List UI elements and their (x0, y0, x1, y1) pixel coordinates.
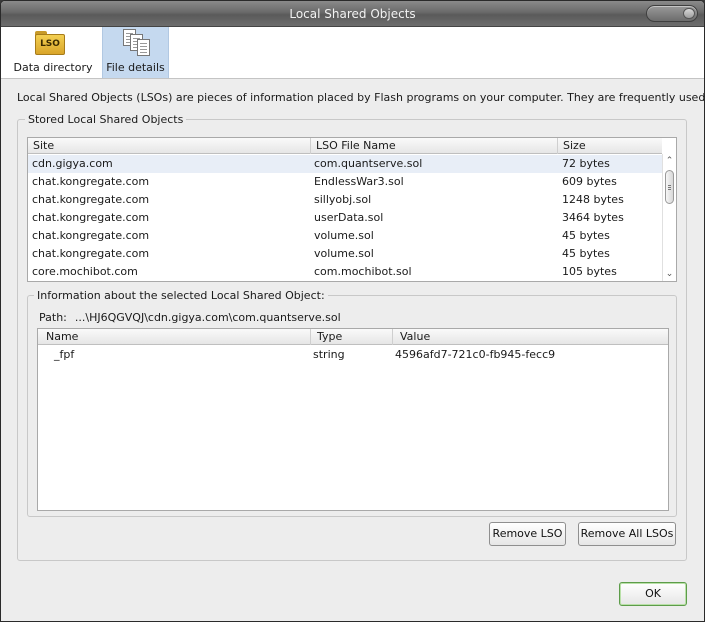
lso-table: Site LSO File Name Size cdn.gigya.com co… (27, 137, 677, 282)
table-row[interactable]: chat.kongregate.com sillyobj.sol 1248 by… (28, 191, 662, 209)
column-header-site[interactable]: Site (28, 138, 311, 154)
cell-size: 3464 bytes (562, 211, 624, 224)
cell-site: chat.kongregate.com (32, 247, 150, 260)
table-row[interactable]: chat.kongregate.com userData.sol 3464 by… (28, 209, 662, 227)
tool-data-directory[interactable]: LSO Data directory (13, 27, 93, 78)
cell-type: string (313, 348, 345, 361)
path-label: Path: (39, 311, 67, 324)
lso-table-scrollbar[interactable]: ⌃ ⌄ (662, 154, 676, 281)
remove-all-lsos-button[interactable]: Remove All LSOs (578, 522, 676, 546)
cell-file: volume.sol (314, 229, 374, 242)
cell-name: _fpf (54, 348, 75, 361)
cell-size: 609 bytes (562, 175, 617, 188)
cell-size: 105 bytes (562, 265, 617, 278)
toggle-knob-icon (683, 8, 695, 19)
scroll-thumb[interactable] (665, 170, 674, 204)
window-toggle-button[interactable] (646, 5, 698, 22)
cell-site: chat.kongregate.com (32, 175, 150, 188)
table-row[interactable]: _fpf string 4596afd7-721c0-fb945-fecc9 (38, 346, 668, 364)
cell-site: chat.kongregate.com (32, 193, 150, 206)
cell-size: 1248 bytes (562, 193, 624, 206)
table-row[interactable]: chat.kongregate.com volume.sol 45 bytes (28, 245, 662, 263)
column-header-type[interactable]: Type (311, 329, 393, 345)
cell-site: chat.kongregate.com (32, 211, 150, 224)
cell-size: 45 bytes (562, 247, 610, 260)
column-header-name[interactable]: Name (38, 329, 311, 345)
window-title: Local Shared Objects (289, 7, 416, 21)
properties-table-header: Name Type Value (38, 329, 668, 345)
cell-file: com.quantserve.sol (314, 157, 423, 170)
table-row[interactable]: chat.kongregate.com volume.sol 45 bytes (28, 227, 662, 245)
cell-site: core.mochibot.com (32, 265, 138, 278)
ok-button[interactable]: OK (619, 582, 687, 606)
stored-lso-group-label: Stored Local Shared Objects (25, 113, 187, 126)
remove-lso-button[interactable]: Remove LSO (489, 522, 566, 546)
tool-label: File details (106, 61, 165, 74)
cell-site: chat.kongregate.com (32, 229, 150, 242)
folder-icon: LSO (35, 31, 65, 55)
toolbar: LSO Data directory File details (1, 27, 704, 79)
cell-site: cdn.gigya.com (32, 157, 113, 170)
tool-label: Data directory (13, 61, 93, 74)
table-row[interactable]: chat.kongregate.com EndlessWar3.sol 609 … (28, 173, 662, 191)
lso-table-header: Site LSO File Name Size (28, 138, 662, 154)
documents-icon (121, 29, 153, 59)
column-header-size[interactable]: Size (558, 138, 662, 154)
table-row[interactable]: cdn.gigya.com com.quantserve.sol 72 byte… (28, 155, 662, 173)
cell-size: 45 bytes (562, 229, 610, 242)
column-header-file-name[interactable]: LSO File Name (311, 138, 558, 154)
path-row: Path: ...\HJ6QGVQJ\cdn.gigya.com\com.quan… (39, 311, 341, 324)
cell-file: userData.sol (314, 211, 384, 224)
properties-table: Name Type Value _fpf string 4596afd7-721… (37, 328, 669, 511)
cell-file: volume.sol (314, 247, 374, 260)
cell-file: EndlessWar3.sol (314, 175, 404, 188)
cell-file: sillyobj.sol (314, 193, 372, 206)
cell-file: com.mochibot.sol (314, 265, 412, 278)
scroll-up-icon[interactable]: ⌃ (663, 155, 676, 168)
cell-size: 72 bytes (562, 157, 610, 170)
title-bar[interactable]: Local Shared Objects (1, 1, 704, 27)
scroll-down-icon[interactable]: ⌄ (663, 268, 676, 281)
path-value: ...\HJ6QGVQJ\cdn.gigya.com\com.quantserv… (74, 311, 341, 324)
lso-dialog: Local Shared Objects LSO Data directory … (0, 0, 705, 622)
tool-file-details[interactable]: File details (102, 27, 169, 78)
info-group-label: Information about the selected Local Sha… (34, 289, 328, 302)
column-header-value[interactable]: Value (393, 329, 668, 345)
table-row[interactable]: core.mochibot.com com.mochibot.sol 105 b… (28, 263, 662, 281)
description-text: Local Shared Objects (LSOs) are pieces o… (17, 91, 705, 104)
folder-icon-text: LSO (35, 34, 65, 55)
cell-value: 4596afd7-721c0-fb945-fecc9 (395, 348, 556, 361)
